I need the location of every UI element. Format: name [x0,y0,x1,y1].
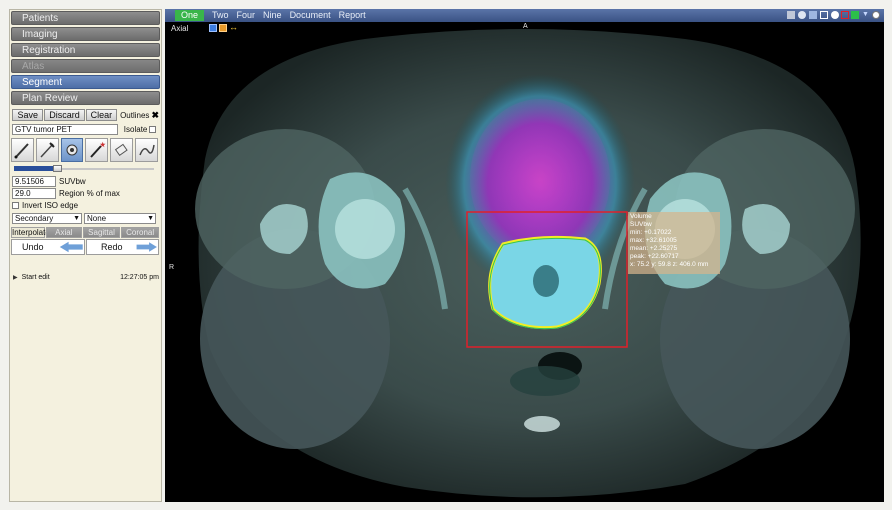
invert-row: Invert ISO edge [12,200,159,210]
edit-actions-row: Save Discard Clear Outlines ✖ [12,109,159,121]
tab-sagittal[interactable]: Sagittal [82,227,121,238]
zoom-icon[interactable] [809,11,817,19]
tab-axial[interactable]: Axial [46,227,82,238]
invert-iso-label: Invert ISO edge [22,200,79,210]
threshold-slider[interactable] [14,165,157,173]
threshold-grow-tool-icon[interactable] [60,138,84,162]
smooth-tool-icon[interactable] [135,138,158,162]
stats-coordinates: x: 75.2 y: 59.8 z: 406.0 mm [630,261,709,268]
stats-title: Volume [630,213,652,220]
tab-document[interactable]: Document [290,10,331,21]
tab-one[interactable]: One [175,10,205,21]
close-icon[interactable]: ✖ [151,110,159,121]
structure-name-field[interactable]: GTV tumor PET [12,123,118,135]
outlines-label: Outlines [120,110,150,120]
nav-segment[interactable]: Segment [11,75,160,89]
view-blue-square-icon[interactable] [209,24,217,32]
orientation-right: R [169,264,175,271]
dropdown-icon[interactable]: ▼ [862,11,870,19]
edit-history-list: ▶ Start edit 12:27:05 pm [12,272,160,500]
settings-icon[interactable] [872,11,880,19]
stats-unit: SUVbw [630,221,652,228]
history-entry-name: Start edit [21,273,50,281]
interpolate-row: Interpolate Axial Sagittal Coronal [11,227,160,238]
pan-icon[interactable] [820,11,828,19]
tab-report[interactable]: Report [339,10,366,21]
chevron-down-icon: ▼ [147,214,154,222]
image-viewport[interactable]: One Two Four Nine Document Report ▼ Axia… [165,9,884,502]
eraser-tool-icon[interactable] [110,138,134,162]
stats-peak: peak: +22.60717 [630,253,679,260]
layout-icon[interactable] [787,11,795,19]
arrow-left-icon [59,241,83,253]
image-select-row: Secondary ▼ None ▼ [12,212,159,224]
roi-box-icon[interactable] [841,11,849,19]
brush-tool-icon[interactable] [11,138,34,162]
chevron-down-icon: ▼ [73,214,80,222]
redo-button[interactable]: Redo [86,239,159,255]
clear-button[interactable]: Clear [85,109,118,121]
nav-atlas[interactable]: Atlas [11,59,160,73]
secondary-select[interactable]: Secondary ▼ [12,212,82,224]
nav-imaging[interactable]: Imaging [11,27,160,41]
history-entry-time: 12:27:05 pm [120,273,159,281]
tab-coronal[interactable]: Coronal [121,227,159,238]
window-level-icon[interactable] [798,11,806,19]
stats-max: max: +32.61005 [630,237,677,244]
region-percent-field[interactable]: 29.0 [12,188,56,199]
viewer-toolbar: One Two Four Nine Document Report ▼ [165,9,884,22]
threshold-unit-label: SUVbw [59,177,86,186]
swap-arrows-icon[interactable]: ↔ [229,22,238,32]
crosshair-icon[interactable] [831,11,839,19]
tab-four[interactable]: Four [237,10,256,21]
undo-button[interactable]: Undo [11,239,85,255]
redo-label: Redo [101,242,123,252]
nav-registration[interactable]: Registration [11,43,160,57]
magic-wand-tool-icon[interactable] [85,138,109,162]
roi-statistics-box: Volume SUVbw min: +0.17022 max: +32.6100… [628,212,720,274]
save-button[interactable]: Save [12,109,44,121]
plane-label: Axial [171,24,189,33]
tab-nine[interactable]: Nine [263,10,282,21]
none-select-value: None [87,213,107,223]
discard-button[interactable]: Discard [44,109,85,121]
structure-row: GTV tumor PET Isolate [12,123,159,135]
invert-iso-checkbox[interactable] [12,201,19,209]
nav-plan-review[interactable]: Plan Review [11,91,160,105]
left-panel: Patients Imaging Registration Atlas Segm… [9,9,162,502]
arrow-right-icon [136,242,157,252]
tab-interpolate[interactable]: Interpolate [11,227,50,238]
expand-arrow-icon: ▶ [13,274,18,281]
list-item[interactable]: ▶ Start edit 12:27:05 pm [12,272,160,282]
measure-icon[interactable] [851,11,859,19]
region-row: 29.0 Region % of max [12,188,159,199]
view-orange-square-icon[interactable] [219,24,227,32]
pen-tool-icon[interactable] [35,138,59,162]
tool-palette [11,138,160,162]
pet-ct-axial-image [165,9,884,502]
undo-label: Undo [22,242,44,252]
undo-redo-row: Undo Redo [11,239,160,255]
stats-mean: mean: +2.25275 [630,245,678,252]
orientation-anterior: A [523,23,528,30]
stats-min: min: +0.17022 [630,229,672,236]
secondary-select-value: Secondary [15,213,54,223]
none-select[interactable]: None ▼ [84,212,156,224]
tab-two[interactable]: Two [212,10,229,21]
app-window: Patients Imaging Registration Atlas Segm… [0,0,892,510]
threshold-value-field[interactable]: 9.51506 [12,176,56,187]
isolate-label: Isolate [123,124,148,134]
nav-patients[interactable]: Patients [11,11,160,25]
threshold-row: 9.51506 SUVbw [12,176,159,187]
isolate-checkbox[interactable] [149,125,156,133]
region-label: Region % of max [59,189,120,198]
